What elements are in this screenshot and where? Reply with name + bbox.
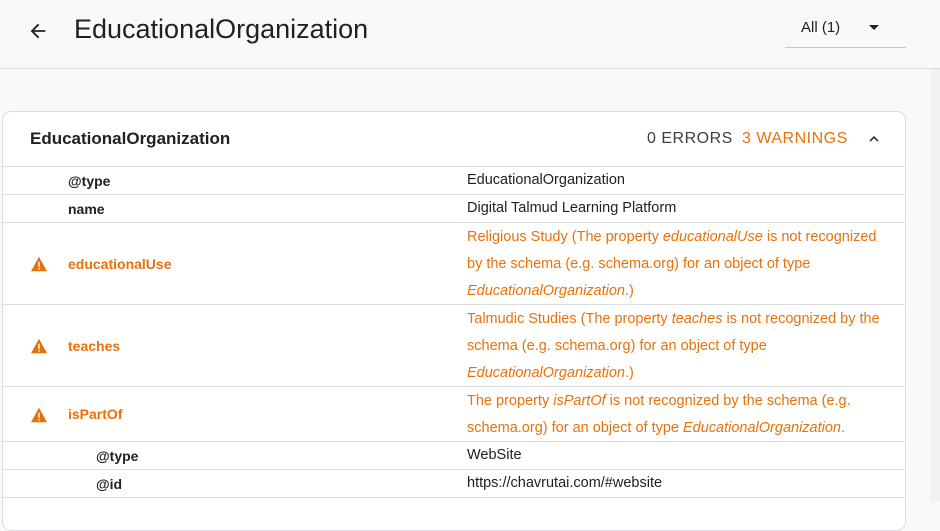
value-emphasis: teaches: [671, 311, 723, 327]
property-value: Digital Talmud Learning Platform: [467, 200, 677, 216]
property-name: @type: [96, 448, 139, 464]
value-text: .): [625, 365, 634, 381]
table-row-warning[interactable]: isPartOf The property isPartOf is not re…: [3, 387, 905, 442]
property-value: Religious Study (The property educationa…: [467, 224, 887, 305]
scrollbar[interactable]: [930, 69, 940, 501]
back-button[interactable]: [22, 15, 54, 47]
property-value: https://chavrutai.com/#website: [467, 475, 663, 491]
value-emphasis: EducationalOrganization: [467, 283, 625, 299]
warning-triangle-icon: [31, 338, 47, 354]
filter-label: All (1): [801, 19, 841, 36]
value-text: Religious Study (The property: [467, 229, 663, 245]
value-emphasis: EducationalOrganization: [467, 365, 625, 381]
property-value: The property isPartOf is not recognized …: [467, 388, 887, 442]
errors-count: 0 ERRORS: [647, 130, 733, 147]
value-emphasis: educationalUse: [662, 229, 763, 245]
value-text: .): [625, 283, 634, 299]
result-card: EducationalOrganization 0 ERRORS 3 WARNI…: [2, 111, 906, 531]
property-name: teaches: [68, 338, 121, 354]
value-emphasis: isPartOf: [553, 393, 606, 409]
arrow-back-icon: [30, 23, 46, 39]
value-emphasis: EducationalOrganization: [683, 420, 841, 436]
property-name: isPartOf: [68, 406, 123, 422]
table-row: name Digital Talmud Learning Platform: [3, 195, 905, 223]
property-value: WebSite: [467, 447, 522, 463]
property-name: name: [68, 201, 105, 217]
table-row-nested: @id https://chavrutai.com/#website: [3, 470, 905, 498]
property-value: Talmudic Studies (The property teaches i…: [467, 306, 887, 387]
top-bar: EducationalOrganization All (1): [0, 0, 940, 69]
property-value: EducationalOrganization: [467, 172, 625, 188]
card-title: EducationalOrganization: [30, 129, 231, 148]
property-name: @type: [68, 173, 111, 189]
page-title: EducationalOrganization: [74, 14, 369, 44]
property-name: educationalUse: [68, 256, 172, 272]
table-row-warning[interactable]: teaches Talmudic Studies (The property t…: [3, 305, 905, 387]
warnings-count: 3 WARNINGS: [742, 130, 848, 147]
card-header[interactable]: EducationalOrganization 0 ERRORS 3 WARNI…: [3, 112, 905, 167]
warning-triangle-icon: [31, 256, 47, 272]
value-text: Talmudic Studies (The property: [467, 311, 672, 327]
table-row-nested: @type WebSite: [3, 442, 905, 470]
property-name: @id: [96, 476, 123, 492]
caret-down-icon: [869, 25, 879, 30]
table-row-warning[interactable]: educationalUse Religious Study (The prop…: [3, 223, 905, 305]
value-text: .: [841, 420, 846, 436]
collapse-button[interactable]: [863, 128, 885, 150]
warning-triangle-icon: [31, 407, 47, 423]
value-text: The property: [467, 393, 554, 409]
chevron-up-icon: [869, 136, 879, 142]
results-filter-dropdown[interactable]: All (1): [785, 8, 906, 48]
table-row: @type EducationalOrganization: [3, 167, 905, 195]
